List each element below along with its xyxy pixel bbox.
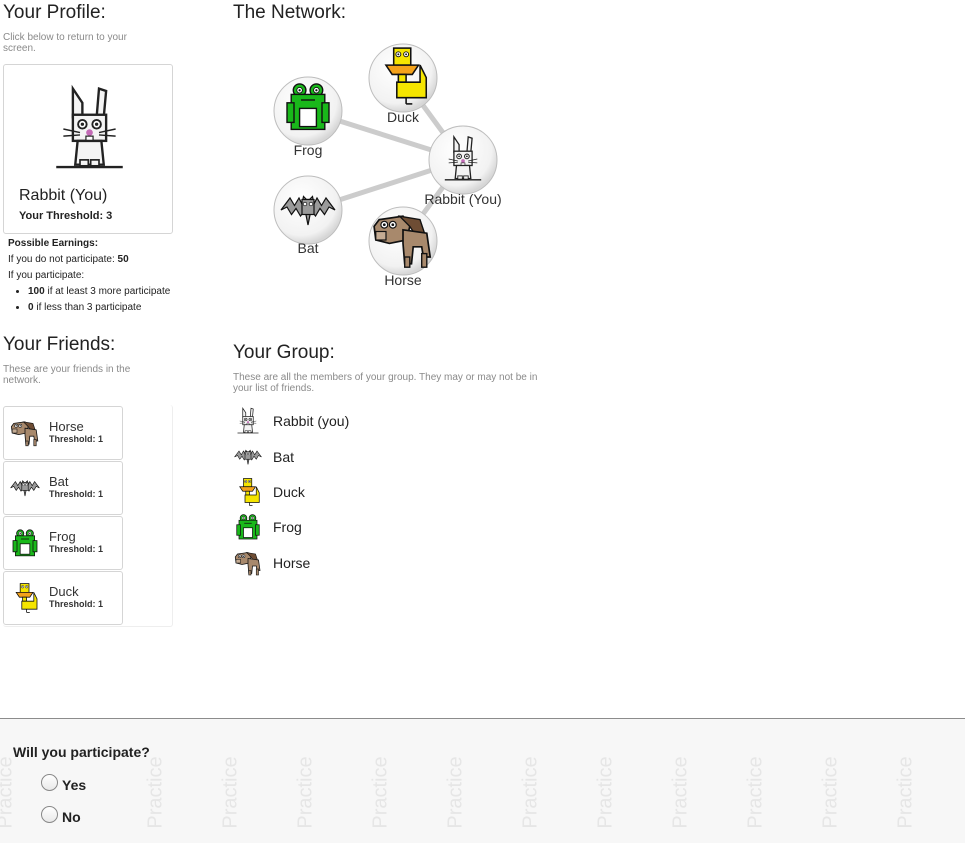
group-hint: These are all the members of your group.… bbox=[233, 372, 538, 394]
practice-watermark: Practice bbox=[369, 756, 392, 829]
participate-question: Will you participate? bbox=[13, 744, 150, 760]
node-label: Duck bbox=[387, 109, 420, 125]
group-member-name: Duck bbox=[273, 484, 305, 500]
practice-watermark: Practice bbox=[744, 756, 767, 829]
network-node-rabbit[interactable]: Rabbit (You) bbox=[424, 125, 502, 207]
friend-threshold: Threshold: 1 bbox=[49, 434, 104, 444]
group-member-name: Rabbit (you) bbox=[273, 413, 350, 429]
practice-watermark: Practice bbox=[894, 756, 917, 829]
duck-icon bbox=[9, 582, 41, 614]
frog-icon bbox=[9, 527, 41, 559]
friends-heading: Your Friends: bbox=[3, 334, 116, 355]
friend-card-bat[interactable]: Bat Threshold: 1 bbox=[3, 461, 123, 515]
group-member-name: Bat bbox=[273, 449, 295, 465]
node-label: Bat bbox=[297, 240, 318, 256]
bat-icon bbox=[233, 442, 263, 472]
horse-icon bbox=[233, 548, 263, 578]
friend-name: Duck bbox=[49, 584, 79, 599]
yes-radio[interactable] bbox=[41, 773, 58, 791]
horse-icon bbox=[9, 417, 41, 449]
friend-card-horse[interactable]: Horse Threshold: 1 bbox=[3, 406, 123, 460]
rabbit-icon bbox=[233, 406, 263, 436]
practice-watermark: Practice bbox=[219, 756, 242, 829]
practice-watermark: Practice bbox=[294, 756, 317, 829]
friend-card-duck[interactable]: Duck Threshold: 1 bbox=[3, 571, 123, 625]
practice-watermark: Practice bbox=[594, 756, 617, 829]
yes-label[interactable]: Yes bbox=[62, 777, 86, 793]
no-label[interactable]: No bbox=[62, 809, 81, 825]
node-label: Rabbit (You) bbox=[424, 191, 501, 207]
group-member-name: Frog bbox=[273, 519, 302, 535]
friends-list: Horse Threshold: 1 Bat Threshold: 1 Frog… bbox=[3, 405, 173, 627]
practice-watermark: Practice bbox=[819, 756, 842, 829]
network-node-frog[interactable]: Frog bbox=[273, 76, 343, 158]
practice-watermark: Practice bbox=[144, 756, 167, 829]
friend-threshold: Threshold: 1 bbox=[49, 544, 104, 554]
option-yes[interactable]: Yes bbox=[41, 771, 86, 793]
friend-threshold: Threshold: 1 bbox=[49, 489, 104, 499]
friend-name: Horse bbox=[49, 419, 84, 434]
practice-watermark: Practice bbox=[669, 756, 692, 829]
practice-watermark: Practice bbox=[519, 756, 542, 829]
node-label: Horse bbox=[384, 272, 422, 288]
network-node-horse[interactable]: Horse bbox=[368, 206, 438, 288]
option-no[interactable]: No bbox=[41, 803, 81, 825]
friend-name: Bat bbox=[49, 474, 69, 489]
practice-watermark: Practice bbox=[444, 756, 467, 829]
friend-card-frog[interactable]: Frog Threshold: 1 bbox=[3, 516, 123, 570]
bat-icon bbox=[9, 472, 41, 504]
group-heading: Your Group: bbox=[233, 342, 335, 363]
no-radio[interactable] bbox=[41, 805, 58, 823]
friend-name: Frog bbox=[49, 529, 76, 544]
network-graph: Frog Duck Rabbit (You) Bat Horse bbox=[273, 43, 502, 288]
network-node-bat[interactable]: Bat bbox=[273, 175, 343, 256]
frog-icon bbox=[233, 512, 263, 542]
friends-hint: These are your friends in the network. bbox=[3, 364, 131, 386]
node-label: Frog bbox=[294, 142, 323, 158]
duck-icon bbox=[233, 477, 263, 507]
decision-panel: Practice Practice Practice Practice Prac… bbox=[0, 718, 965, 843]
practice-watermark: Practice bbox=[0, 756, 17, 829]
friend-threshold: Threshold: 1 bbox=[49, 599, 104, 609]
group-member-name: Horse bbox=[273, 555, 311, 571]
